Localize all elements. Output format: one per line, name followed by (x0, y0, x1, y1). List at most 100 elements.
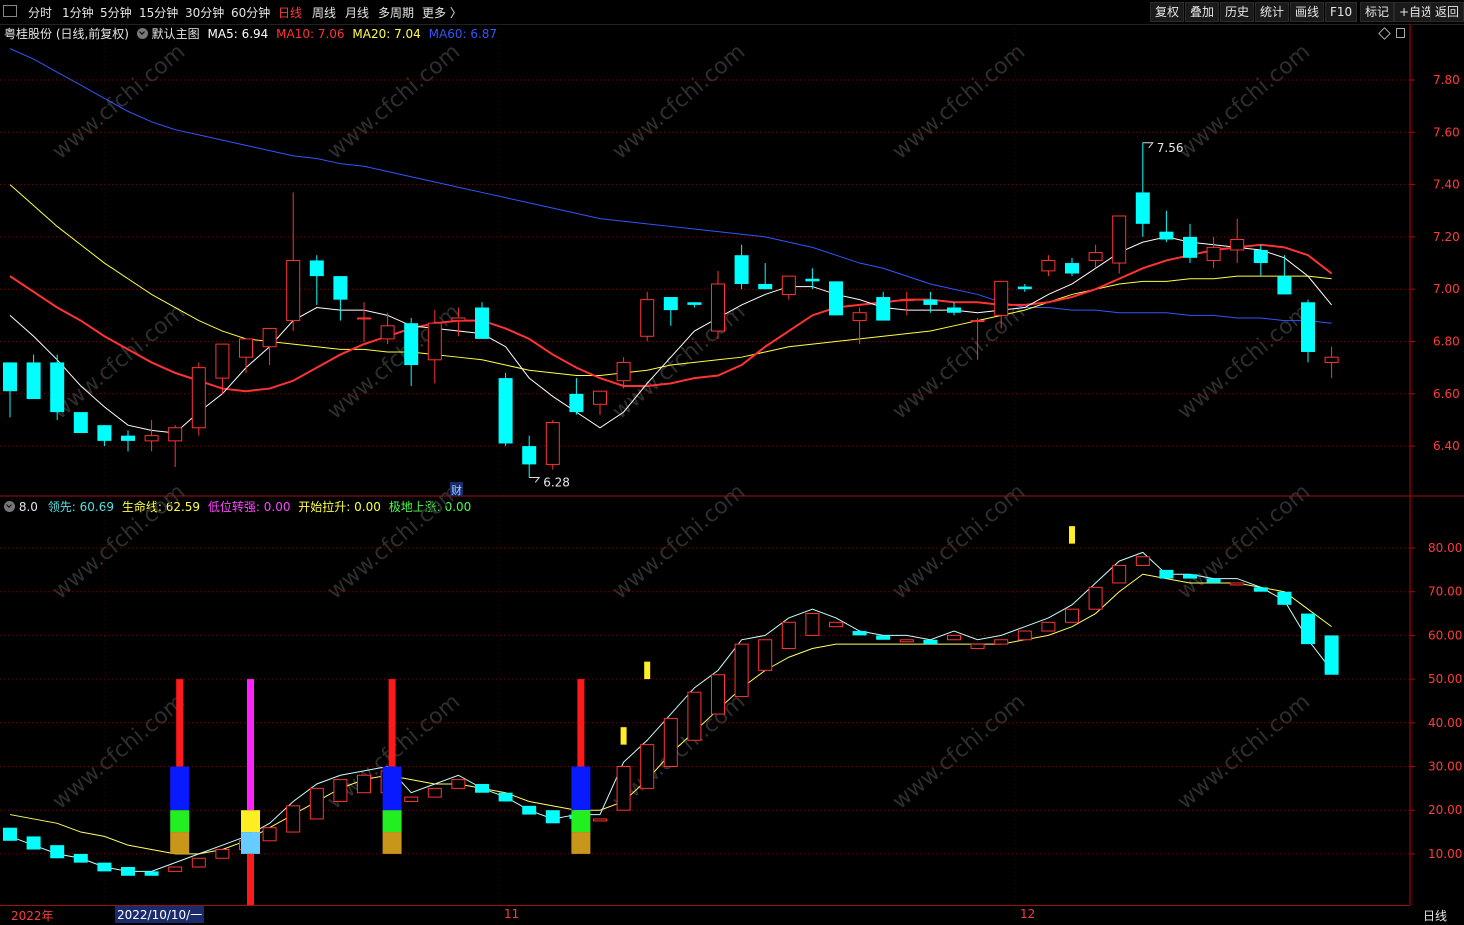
signal-lightblue-block (241, 832, 260, 854)
candle-body (1112, 215, 1127, 264)
ma20-line (9, 184, 1332, 376)
price-tick-label: 6.80 (1433, 335, 1460, 349)
indicator-bar (262, 827, 277, 842)
indicator-bar (1159, 569, 1174, 579)
watermark-text: www.cfchi.com (888, 299, 1030, 424)
indicator-panel (3, 526, 1339, 905)
price-tick-label: 7.80 (1433, 73, 1460, 87)
signal-blue-block (382, 766, 402, 811)
candle-body (73, 412, 88, 434)
signal-red-tail (247, 853, 254, 905)
start-rise-marker (1069, 526, 1075, 544)
price-tick-label: 7.00 (1433, 282, 1460, 296)
period-indicator[interactable]: 日线 (1423, 907, 1447, 924)
candle-body (640, 299, 655, 337)
signal-gold-block (571, 832, 591, 854)
candle-body (380, 325, 395, 340)
candle-body (569, 393, 584, 413)
candle-body (545, 422, 560, 465)
indicator-bar (1041, 621, 1056, 632)
indicator-bar (1017, 630, 1032, 641)
watermark-text: www.cfchi.com (48, 689, 190, 814)
price-tick-label: 6.60 (1433, 387, 1460, 401)
indicator-bar (1301, 613, 1315, 645)
candle-body (144, 435, 159, 442)
indicator-bar (144, 871, 159, 876)
watermark-layer: www.cfchi.com www.cfchi.com www.cfchi.com w… (48, 39, 1315, 814)
low-price-label: 6.28 (543, 475, 570, 489)
candle-body (168, 427, 183, 442)
candle-body (593, 390, 607, 405)
watermark-text: www.cfchi.com (608, 39, 750, 164)
signal-green-block (382, 810, 402, 833)
candle-body (121, 435, 135, 441)
indicator-bar (545, 810, 560, 824)
time-label-nov: 11 (504, 907, 520, 921)
signal-gold-block (170, 832, 190, 854)
candle-body (852, 312, 867, 322)
signal-red-bar (388, 679, 396, 767)
indicator-bar (734, 643, 749, 698)
indicator-bar (475, 783, 489, 793)
indicator-tick-label: 10.00 (1428, 847, 1462, 861)
signal-yellow-block (241, 810, 260, 833)
watermark-text: www.cfchi.com (888, 479, 1030, 604)
candle-body (994, 280, 1009, 316)
watermark-text: www.cfchi.com (48, 479, 190, 604)
signal-green-block (571, 810, 591, 833)
candle-body (1135, 192, 1150, 224)
candle-body (687, 302, 702, 305)
candle-body (451, 317, 466, 322)
watermark-text: www.cfchi.com (1173, 39, 1315, 164)
low-marker-arrow (529, 476, 541, 483)
indicator-bar (1277, 591, 1292, 605)
time-axis: 2022年 2022/10/10/一 11 12 日线 (0, 905, 1464, 925)
indicator-bar (947, 634, 961, 641)
price-tick-label: 7.60 (1433, 125, 1460, 139)
signal-red-bar (577, 679, 585, 767)
candle-body (404, 323, 419, 366)
candle-body (262, 327, 277, 348)
indicator-bar (357, 774, 371, 794)
time-label-dec: 12 (1020, 907, 1036, 921)
indicator-tick-label: 80.00 (1428, 541, 1462, 555)
indicator-bar (829, 621, 843, 628)
candle-body (711, 283, 725, 332)
indicator-bar (1324, 635, 1339, 675)
signal-magenta-bar (247, 679, 254, 811)
candle-body (1230, 239, 1245, 251)
signal-green-block (170, 810, 190, 833)
candle-body (758, 283, 773, 290)
indicator-bar (309, 787, 324, 820)
indicator-tick-label: 50.00 (1428, 672, 1462, 686)
indicator-bar (1065, 608, 1079, 623)
candle-body (923, 299, 938, 305)
indicator-bar (215, 849, 230, 859)
indicator-bar (168, 866, 183, 872)
high-marker-arrow (1142, 142, 1154, 149)
indicator-bar (498, 792, 513, 802)
candle-body (663, 297, 678, 311)
watermark-text: www.cfchi.com (888, 39, 1030, 164)
candle-body (309, 260, 324, 277)
time-label-cursor: 2022/10/10/一 (115, 906, 205, 923)
indicator-bar (899, 639, 914, 643)
indicator-bar (852, 631, 867, 636)
kline-chart[interactable]: www.cfchi.com www.cfchi.com www.cfchi.com w… (0, 0, 1464, 905)
indicator-bar (50, 845, 65, 859)
signal-blue-block (170, 766, 190, 811)
watermark-text: www.cfchi.com (48, 39, 190, 164)
indicator-bar (427, 787, 442, 798)
candle-body (781, 275, 796, 295)
candle-body (239, 338, 253, 358)
price-annotations: 7.56 6.28 财 (450, 141, 1184, 497)
indicator-bar (191, 857, 206, 868)
indicator-bar (1135, 556, 1150, 566)
indicator-bar (1183, 574, 1197, 579)
indicator-tick-label: 30.00 (1428, 760, 1462, 774)
candle-body (616, 361, 631, 382)
candle-body (970, 320, 985, 323)
indicator-bar (1206, 578, 1221, 583)
watermark-text: www.cfchi.com (48, 299, 190, 424)
time-label-year: 2022年 (11, 909, 54, 923)
